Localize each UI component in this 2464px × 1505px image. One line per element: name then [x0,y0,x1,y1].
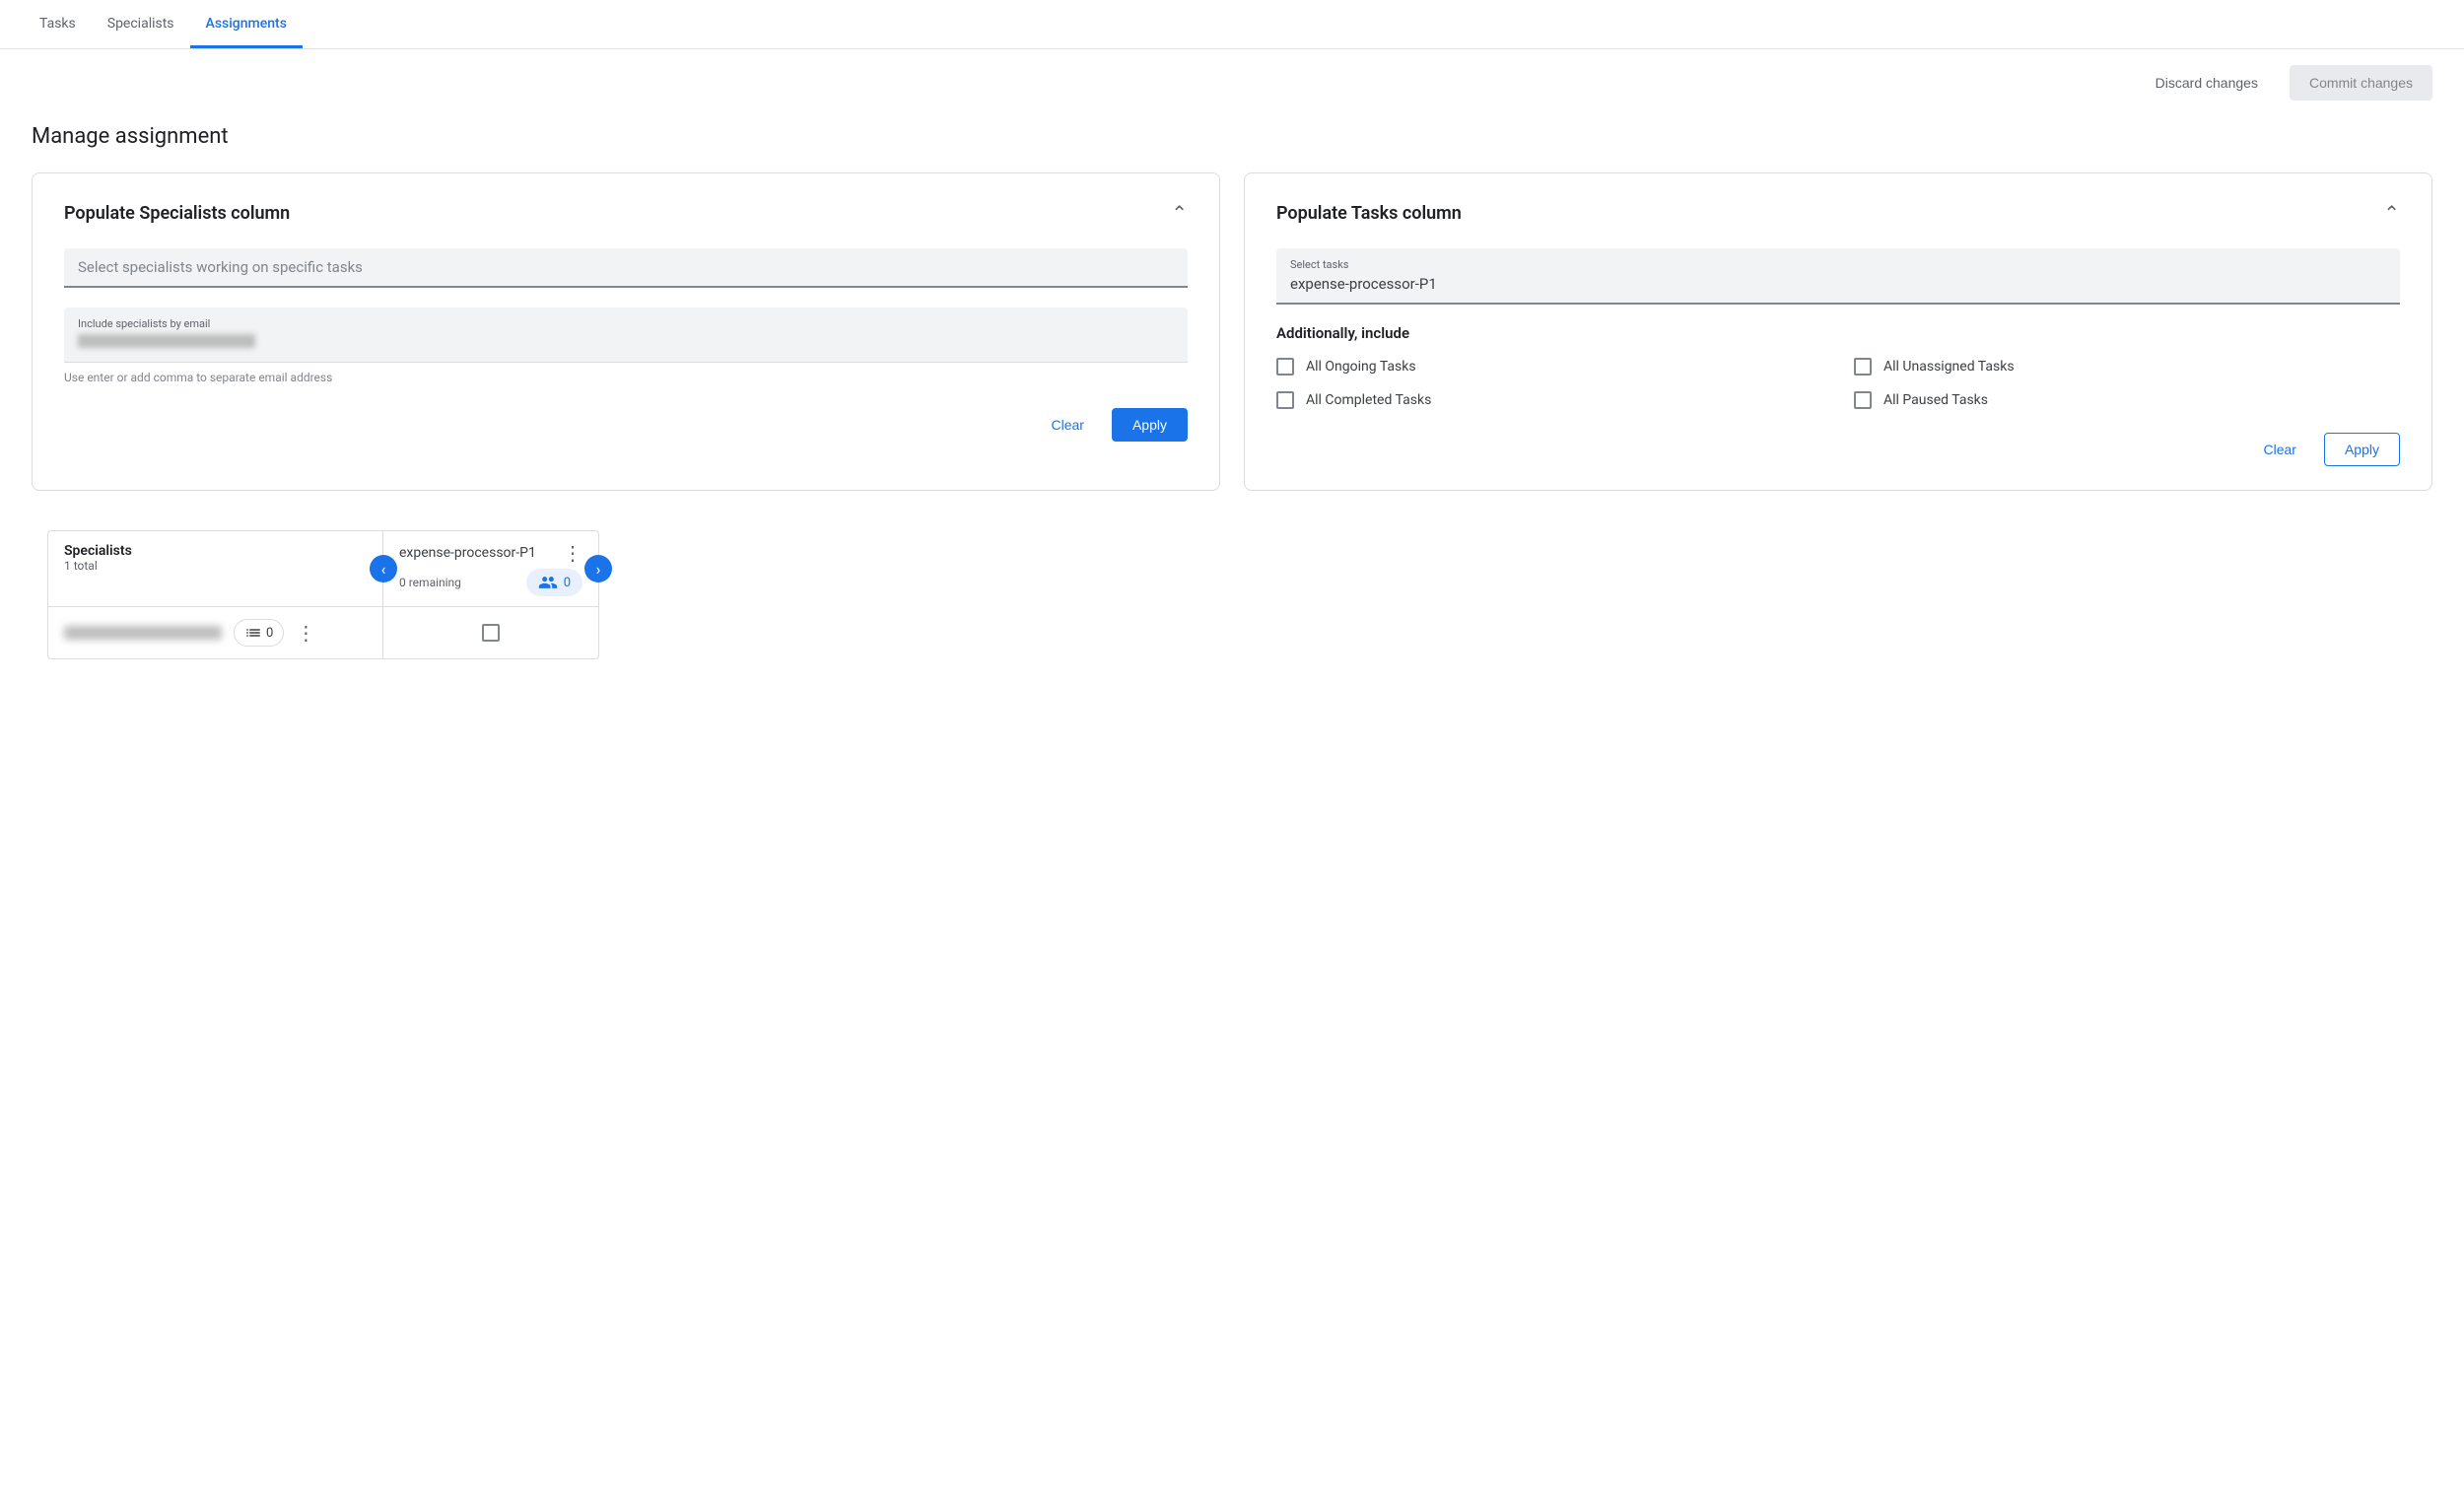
tasks-select-label: Select tasks [1290,258,2386,271]
task-header-wrapper: expense-processor-P1 ⋮ 0 remaining 0 [399,541,582,596]
discard-button[interactable]: Discard changes [2140,67,2274,99]
table-cell-specialist: 0 ⋮ [48,607,383,658]
checkbox-completed-box[interactable] [1276,391,1294,409]
specialists-clear-button[interactable]: Clear [1040,409,1096,441]
nav-arrow-left[interactable]: ‹ [370,555,397,582]
checkbox-paused[interactable]: All Paused Tasks [1854,391,2400,409]
specialist-badge: 0 [234,619,284,647]
task-header-top: expense-processor-P1 ⋮ [399,541,582,565]
specialist-name [64,626,222,640]
email-hint-text: Use enter or add comma to separate email… [64,371,1188,384]
email-input-value [78,334,255,348]
checkbox-paused-box[interactable] [1854,391,1872,409]
task-header-bottom: 0 remaining 0 [399,565,582,596]
checkbox-unassigned[interactable]: All Unassigned Tasks [1854,358,2400,376]
table-wrapper: Specialists 1 total ‹ expense-processor-… [47,530,599,659]
people-icon [538,573,558,592]
task-badge-count: 0 [564,576,571,590]
task-column-name: expense-processor-P1 [399,545,563,561]
tasks-panel: Populate Tasks column ⌃ Select tasks exp… [1244,172,2432,491]
table-cell-task [383,607,598,658]
checkbox-unassigned-label: All Unassigned Tasks [1883,359,2015,375]
tasks-panel-footer: Clear Apply [1276,433,2400,466]
panels-row: Populate Specialists column ⌃ Select spe… [32,172,2432,491]
email-input-label: Include specialists by email [78,317,1174,330]
table-row: 0 ⋮ [48,607,598,658]
checkbox-ongoing-label: All Ongoing Tasks [1306,359,1416,375]
specialists-col-title: Specialists [64,543,367,559]
tasks-panel-title: Populate Tasks column [1276,203,1462,224]
table-header-task: ‹ expense-processor-P1 ⋮ 0 remaining [383,531,598,606]
commit-button[interactable]: Commit changes [2290,65,2432,101]
tasks-select-input[interactable]: Select tasks expense-processor-P1 [1276,248,2400,305]
specialists-panel: Populate Specialists column ⌃ Select spe… [32,172,1220,491]
task-remaining-text: 0 remaining [399,576,461,589]
specialist-menu-icon[interactable]: ⋮ [296,621,315,645]
checkboxes-grid: All Ongoing Tasks All Unassigned Tasks A… [1276,358,2400,409]
tasks-apply-button[interactable]: Apply [2324,433,2400,466]
checkbox-completed[interactable]: All Completed Tasks [1276,391,1822,409]
top-nav: Tasks Specialists Assignments [0,0,2464,49]
nav-arrow-right[interactable]: › [584,555,612,582]
table-header-row: Specialists 1 total ‹ expense-processor-… [48,531,598,607]
specialists-panel-header: Populate Specialists column ⌃ [64,201,1188,225]
checkbox-completed-label: All Completed Tasks [1306,392,1431,408]
table-checkbox[interactable] [482,624,500,642]
tasks-panel-header: Populate Tasks column ⌃ [1276,201,2400,225]
list-icon [244,624,262,642]
specialists-panel-chevron-icon[interactable]: ⌃ [1171,201,1188,225]
main-content: Populate Specialists column ⌃ Select spe… [0,172,2464,691]
task-menu-icon[interactable]: ⋮ [563,541,582,565]
checkbox-unassigned-box[interactable] [1854,358,1872,376]
assignment-table: Specialists 1 total ‹ expense-processor-… [47,530,599,659]
tasks-clear-button[interactable]: Clear [2252,434,2308,465]
checkbox-ongoing[interactable]: All Ongoing Tasks [1276,358,1822,376]
specialists-select-input[interactable]: Select specialists working on specific t… [64,248,1188,288]
specialists-panel-title: Populate Specialists column [64,203,290,224]
tasks-select-value: expense-processor-P1 [1290,275,2386,293]
additionally-label: Additionally, include [1276,324,2400,342]
checkbox-ongoing-box[interactable] [1276,358,1294,376]
task-badge: 0 [526,569,582,596]
specialists-panel-footer: Clear Apply [64,408,1188,442]
specialist-badge-count: 0 [266,626,273,641]
specialists-apply-button[interactable]: Apply [1112,408,1188,442]
specialists-col-subtitle: 1 total [64,559,367,573]
specialists-select-placeholder: Select specialists working on specific t… [78,258,1174,276]
toolbar: Discard changes Commit changes [0,49,2464,116]
tab-assignments[interactable]: Assignments [190,2,303,48]
page-title: Manage assignment [0,116,2464,172]
email-input-container[interactable]: Include specialists by email [64,308,1188,363]
tab-tasks[interactable]: Tasks [24,2,92,48]
tab-specialists[interactable]: Specialists [92,2,190,48]
table-header-specialists: Specialists 1 total [48,531,383,606]
checkbox-paused-label: All Paused Tasks [1883,392,1988,408]
tasks-panel-chevron-icon[interactable]: ⌃ [2383,201,2400,225]
